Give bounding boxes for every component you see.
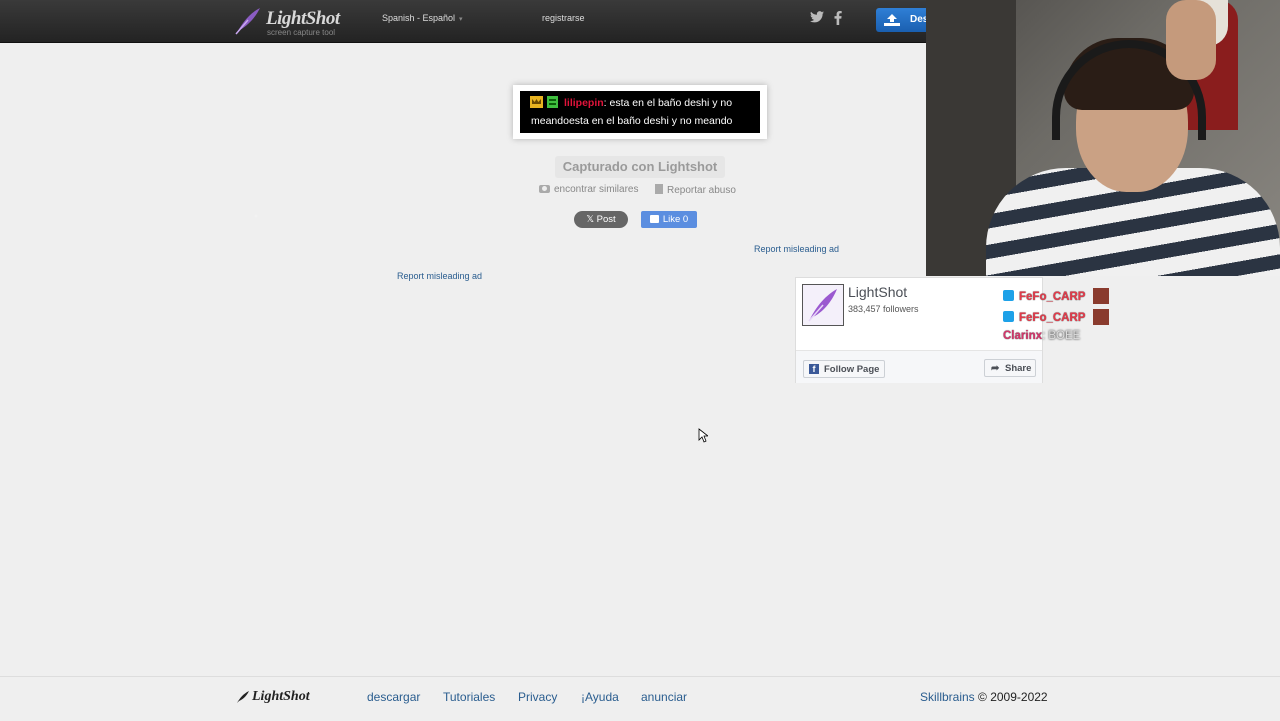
webcam-overlay [926, 0, 1280, 276]
lightshot-logo[interactable]: LightShot screen capture tool [234, 4, 354, 38]
chat-username: FeFo_CARP [1019, 291, 1086, 303]
chat-message: Clarinx: BOEE [1003, 330, 1123, 351]
x-post-button[interactable]: 𝕏 Post [574, 211, 628, 228]
like-count: 0 [682, 214, 689, 225]
footer-link-help[interactable]: ¡Ayuda [581, 690, 619, 704]
emote-icon [1093, 309, 1110, 325]
download-button[interactable]: Des [876, 8, 926, 32]
facebook-like-button[interactable]: Like 0 [641, 211, 697, 228]
follow-label: Follow Page [824, 364, 880, 375]
logo-subtitle: screen capture tool [267, 28, 336, 37]
chat-username: FeFo_CARP [1019, 312, 1086, 324]
stream-chat-overlay: FeFo_CARP FeFo_CARP Clarinx: BOEE [1003, 288, 1123, 351]
company-link[interactable]: Skillbrains [920, 690, 975, 704]
report-abuse-label: Reportar abuso [667, 185, 736, 196]
like-label: Like [662, 214, 681, 225]
mouse-cursor-icon [698, 428, 708, 443]
footer-link-download[interactable]: descargar [367, 690, 420, 704]
prime-badge-icon [1003, 290, 1014, 301]
find-similar-link[interactable]: encontrar similares [539, 184, 638, 195]
share-icon: ➦ [991, 363, 1000, 374]
feather-icon [235, 8, 260, 35]
top-navigation-bar: LightShot screen capture tool Spanish - … [0, 0, 926, 43]
follower-count: 383,457 followers [848, 304, 919, 314]
find-similar-label: encontrar similares [554, 184, 639, 195]
download-icon [884, 14, 900, 26]
register-link[interactable]: registrarse [542, 13, 585, 23]
footer-link-tutorials[interactable]: Tutoriales [443, 690, 495, 704]
thumbs-up-icon [649, 215, 659, 223]
report-ad-link[interactable]: Report misleading ad [397, 271, 482, 281]
page-name[interactable]: LightShot [848, 284, 907, 300]
share-label: Share [1005, 363, 1032, 374]
captured-chat-user: lilipepin [564, 97, 604, 109]
document-icon [655, 184, 663, 194]
download-label: Des [910, 14, 926, 25]
chat-message: FeFo_CARP [1003, 288, 1123, 309]
follow-page-button[interactable]: f Follow Page [803, 360, 885, 378]
chat-message: FeFo_CARP [1003, 309, 1123, 330]
camera-icon [539, 185, 550, 193]
feather-icon [237, 691, 249, 703]
report-ad-link[interactable]: Report misleading ad [754, 244, 839, 254]
facebook-icon: f [809, 364, 819, 374]
language-label: Spanish - Español [382, 13, 456, 23]
logo-text: LightShot [266, 8, 340, 29]
post-label: Post [596, 214, 616, 225]
chat-text: : BOEE [1042, 330, 1081, 342]
copyright: Skillbrains © 2009-2022 [920, 690, 1048, 704]
captured-image[interactable]: lilipepin: esta en el baño deshi y no me… [513, 85, 767, 139]
footer-logo[interactable]: LightShot [252, 689, 310, 705]
copyright-text: © 2009-2022 [974, 690, 1048, 704]
widget-footer: f Follow Page ➦ Share [796, 350, 1042, 383]
prime-badge-icon [1003, 311, 1014, 322]
language-selector[interactable]: Spanish - Español ▾ [382, 13, 463, 23]
chat-username: Clarinx [1003, 330, 1042, 342]
captured-chat-message: : esta en el baño deshi y no [603, 97, 733, 109]
report-abuse-link[interactable]: Reportar abuso [655, 184, 736, 196]
x-icon: 𝕏 [586, 214, 597, 225]
subscriber-badge-icon [547, 96, 558, 108]
captured-image-content: lilipepin: esta en el baño deshi y no me… [520, 91, 760, 133]
chevron-down-icon: ▾ [459, 16, 463, 23]
captured-text-line-2: meandoesta en el baño deshi y no meando [531, 115, 733, 127]
captured-with-label: Capturado con Lightshot [555, 156, 725, 178]
footer-link-privacy[interactable]: Privacy [518, 690, 557, 704]
twitter-icon[interactable] [810, 11, 824, 23]
facebook-icon[interactable] [834, 11, 842, 25]
page-avatar[interactable] [802, 284, 844, 326]
captured-text-line-1: lilipepin: esta en el baño deshi y no [530, 95, 732, 112]
crown-badge-icon [530, 96, 543, 108]
webcam-person-hand [1166, 0, 1216, 80]
emote-icon [1093, 288, 1110, 304]
feather-icon [808, 289, 837, 322]
page-footer: LightShot descargar Tutoriales Privacy ¡… [0, 676, 1280, 721]
share-button[interactable]: ➦ Share [984, 359, 1036, 377]
footer-link-advertise[interactable]: anunciar [641, 690, 687, 704]
